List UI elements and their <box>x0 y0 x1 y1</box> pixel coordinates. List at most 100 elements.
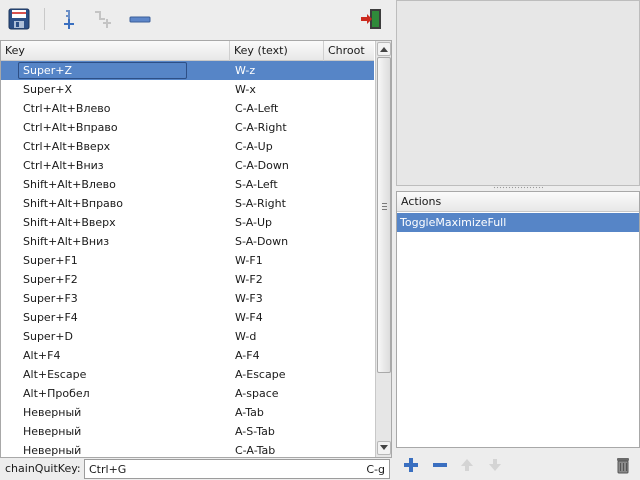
chain-quit-key-value: Ctrl+G <box>89 463 127 476</box>
table-row[interactable]: Super+F4 W-F4 <box>1 308 374 327</box>
table-row[interactable]: Неверный A-S-Tab <box>1 422 374 441</box>
table-row[interactable]: Super+D W-d <box>1 327 374 346</box>
key-text-cell: W-F3 <box>235 292 263 305</box>
remove-action-button[interactable] <box>429 454 451 476</box>
key-text-cell: W-F4 <box>235 311 263 324</box>
key-cell: Неверный <box>23 406 82 419</box>
key-text-cell: C-A-Tab <box>235 444 276 457</box>
key-text-cell: C-A-Up <box>235 140 273 153</box>
key-cell: Super+F4 <box>23 311 78 324</box>
key-text-cell: C-A-Right <box>235 121 287 134</box>
table-scrollbar[interactable] <box>375 41 391 457</box>
key-text-cell: A-F4 <box>235 349 260 362</box>
table-row[interactable]: Alt+Пробел A-space <box>1 384 374 403</box>
key-cell: Shift+Alt+Вниз <box>23 235 110 248</box>
key-text-cell: S-A-Left <box>235 178 278 191</box>
table-header: Key Key (text) Chroot <box>1 41 374 61</box>
table-row[interactable]: Super+F3 W-F3 <box>1 289 374 308</box>
key-cell: Super+F1 <box>23 254 78 267</box>
table-row[interactable]: Неверный C-A-Tab <box>1 441 374 457</box>
add-chain-button[interactable] <box>90 6 116 32</box>
key-cell: Super+F2 <box>23 273 78 286</box>
table-row[interactable]: Super+X W-x <box>1 80 374 99</box>
move-action-down-button[interactable] <box>484 454 506 476</box>
arrow-down-icon <box>380 445 388 450</box>
scroll-down-button[interactable] <box>377 441 391 455</box>
column-header-key[interactable]: Key <box>1 41 230 61</box>
key-text-cell: A-Escape <box>235 368 286 381</box>
table-row[interactable]: Shift+Alt+Вниз S-A-Down <box>1 232 374 251</box>
plus-icon <box>404 458 418 472</box>
key-cell: Shift+Alt+Вверх <box>23 216 116 229</box>
column-header-key-text[interactable]: Key (text) <box>230 41 324 61</box>
table-row[interactable]: Ctrl+Alt+Вверх C-A-Up <box>1 137 374 156</box>
table-row[interactable]: Ctrl+Alt+Вправо C-A-Right <box>1 118 374 137</box>
quit-button[interactable] <box>358 6 384 32</box>
key-cell: Shift+Alt+Вправо <box>23 197 124 210</box>
table-row[interactable]: Ctrl+Alt+Влево C-A-Left <box>1 99 374 118</box>
table-row[interactable]: Неверный A-Tab <box>1 403 374 422</box>
chain-quit-key-bar: chainQuitKey: Ctrl+G C-g <box>0 458 392 480</box>
key-cell: Alt+F4 <box>23 349 61 362</box>
key-text-cell: W-x <box>235 83 256 96</box>
key-text-cell: A-space <box>235 387 279 400</box>
delete-action-button[interactable] <box>612 454 634 476</box>
key-text-cell: C-A-Down <box>235 159 289 172</box>
chain-quit-key-label: chainQuitKey: <box>5 462 81 475</box>
key-cell: Ctrl+Alt+Вверх <box>23 140 111 153</box>
arrow-up-icon <box>380 47 388 52</box>
key-cell: Неверный <box>23 444 82 457</box>
add-action-button[interactable] <box>400 454 422 476</box>
keybinding-table: Key Key (text) Chroot Super+Z W-z Super+X W… <box>0 40 392 458</box>
actions-toolbar <box>396 450 640 480</box>
arrow-down-icon <box>489 459 501 471</box>
key-text-cell: W-d <box>235 330 257 343</box>
add-chain-icon <box>95 11 111 28</box>
table-row[interactable]: Shift+Alt+Вверх S-A-Up <box>1 213 374 232</box>
key-cell: Ctrl+Alt+Влево <box>23 102 111 115</box>
grip-line <box>382 206 387 207</box>
pane-resize-handle[interactable] <box>493 186 543 190</box>
table-row[interactable]: Alt+F4 A-F4 <box>1 346 374 365</box>
table-row[interactable]: Super+F2 W-F2 <box>1 270 374 289</box>
key-cell: Super+D <box>23 330 73 343</box>
add-key-button[interactable] <box>56 6 82 32</box>
exit-door-icon <box>361 9 381 29</box>
minus-icon <box>433 463 447 467</box>
save-button[interactable] <box>6 6 32 32</box>
table-row[interactable]: Shift+Alt+Вправо S-A-Right <box>1 194 374 213</box>
actions-list: Actions ToggleMaximizeFull <box>396 191 640 448</box>
key-cell: Alt+Escape <box>23 368 87 381</box>
key-text-cell: S-A-Down <box>235 235 289 248</box>
key-text-cell: W-z <box>235 64 256 77</box>
key-cell: Super+Z <box>23 64 72 77</box>
arrow-up-icon <box>461 459 473 471</box>
trash-icon <box>617 458 629 474</box>
chain-quit-key-text: C-g <box>366 463 385 476</box>
action-item[interactable]: ToggleMaximizeFull <box>397 213 639 232</box>
actions-header[interactable]: Actions <box>397 192 639 212</box>
add-key-icon <box>64 10 74 29</box>
key-cell: Ctrl+Alt+Вправо <box>23 121 118 134</box>
scroll-up-button[interactable] <box>377 42 391 56</box>
scrollbar-thumb[interactable] <box>377 57 391 373</box>
table-row[interactable]: Super+F1 W-F1 <box>1 251 374 270</box>
table-row[interactable]: Alt+Escape A-Escape <box>1 365 374 384</box>
table-row[interactable]: Super+Z W-z <box>1 61 374 80</box>
key-text-cell: W-F2 <box>235 273 263 286</box>
table-row[interactable]: Ctrl+Alt+Вниз C-A-Down <box>1 156 374 175</box>
column-header-chroot[interactable]: Chroot <box>324 41 374 61</box>
key-cell: Ctrl+Alt+Вниз <box>23 159 104 172</box>
table-row[interactable]: Shift+Alt+Влево S-A-Left <box>1 175 374 194</box>
floppy-disk-icon <box>8 8 30 30</box>
key-text-cell: S-A-Right <box>235 197 286 210</box>
move-action-up-button[interactable] <box>456 454 478 476</box>
key-text-cell: A-S-Tab <box>235 425 275 438</box>
remove-button[interactable] <box>127 6 153 32</box>
chain-quit-key-input[interactable]: Ctrl+G C-g <box>84 459 390 479</box>
key-text-cell: W-F1 <box>235 254 263 267</box>
key-text-cell: A-Tab <box>235 406 264 419</box>
main-toolbar <box>0 0 392 40</box>
toolbar-separator <box>44 8 45 30</box>
key-cell: Alt+Пробел <box>23 387 90 400</box>
